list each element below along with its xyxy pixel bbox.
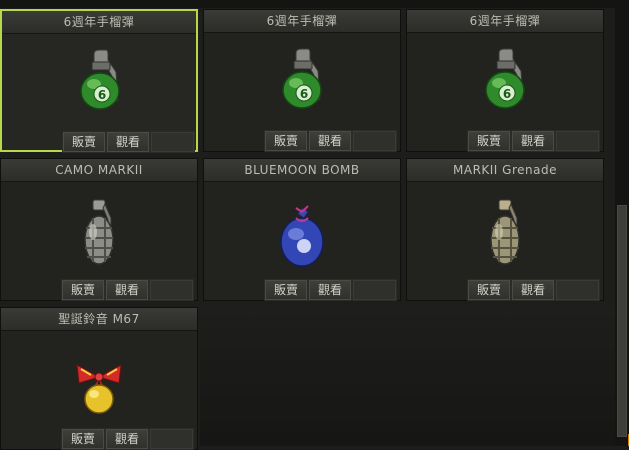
view-button[interactable]: 觀看	[512, 131, 554, 151]
inventory-card[interactable]: 6週年手榴彈 6 販賣 觀看	[203, 9, 401, 152]
sell-button[interactable]: 販賣	[265, 131, 307, 151]
item-name: 聖誕鈴音 M67	[1, 308, 197, 331]
item-name: 6週年手榴彈	[204, 10, 400, 33]
inventory-grid: 6週年手榴彈 6 販賣 觀看 6週年手榴彈 6 販賣 觀看 6週年手榴彈 6 販…	[0, 0, 615, 450]
action-spacer	[150, 280, 193, 300]
view-button[interactable]: 觀看	[512, 280, 554, 300]
action-spacer	[150, 429, 193, 449]
item-name: CAMO MARKII	[1, 159, 197, 182]
sell-button[interactable]: 販賣	[265, 280, 307, 300]
inventory-card[interactable]: 聖誕鈴音 M67 販賣 觀看	[0, 307, 198, 450]
svg-text:6: 6	[300, 87, 308, 101]
green-6-grenade-icon: 6	[477, 45, 533, 127]
card-actions: 販賣 觀看	[61, 428, 194, 450]
action-spacer	[353, 131, 396, 151]
action-spacer	[556, 280, 599, 300]
svg-text:6: 6	[503, 87, 511, 101]
card-actions: 販賣 觀看	[61, 279, 194, 301]
card-actions: 販賣 觀看	[62, 131, 195, 153]
scrollbar-thumb[interactable]	[617, 205, 627, 437]
christmas-bell-icon	[71, 343, 127, 425]
sell-button[interactable]: 販賣	[62, 280, 104, 300]
sell-button[interactable]: 販賣	[468, 131, 510, 151]
frag-grenade-icon	[477, 194, 533, 276]
item-name: 6週年手榴彈	[2, 11, 196, 34]
action-spacer	[556, 131, 599, 151]
inventory-card[interactable]: MARKII Grenade 販賣 觀看	[406, 158, 604, 301]
view-button[interactable]: 觀看	[106, 429, 148, 449]
item-name: MARKII Grenade	[407, 159, 603, 182]
vertical-scrollbar[interactable]	[615, 0, 629, 446]
view-button[interactable]: 觀看	[107, 132, 149, 152]
card-actions: 販賣 觀看	[264, 130, 397, 152]
view-button[interactable]: 觀看	[106, 280, 148, 300]
camo-grenade-icon	[71, 194, 127, 276]
inventory-card[interactable]: CAMO MARKII 販賣 觀看	[0, 158, 198, 301]
green-6-grenade-icon: 6	[72, 46, 128, 128]
view-button[interactable]: 觀看	[309, 131, 351, 151]
action-spacer	[353, 280, 396, 300]
green-6-grenade-icon: 6	[274, 45, 330, 127]
sell-button[interactable]: 販賣	[62, 429, 104, 449]
view-button[interactable]: 觀看	[309, 280, 351, 300]
inventory-card[interactable]: BLUEMOON BOMB 販賣 觀看	[203, 158, 401, 301]
item-name: BLUEMOON BOMB	[204, 159, 400, 182]
sell-button[interactable]: 販賣	[63, 132, 105, 152]
action-spacer	[151, 132, 194, 152]
card-actions: 販賣 觀看	[264, 279, 397, 301]
sell-button[interactable]: 販賣	[468, 280, 510, 300]
svg-text:6: 6	[98, 88, 106, 102]
inventory-card[interactable]: 6週年手榴彈 6 販賣 觀看	[0, 9, 198, 153]
card-actions: 販賣 觀看	[467, 279, 600, 301]
blue-bag-bomb-icon	[274, 194, 330, 276]
item-name: 6週年手榴彈	[407, 10, 603, 33]
card-actions: 販賣 觀看	[467, 130, 600, 152]
inventory-card[interactable]: 6週年手榴彈 6 販賣 觀看	[406, 9, 604, 152]
